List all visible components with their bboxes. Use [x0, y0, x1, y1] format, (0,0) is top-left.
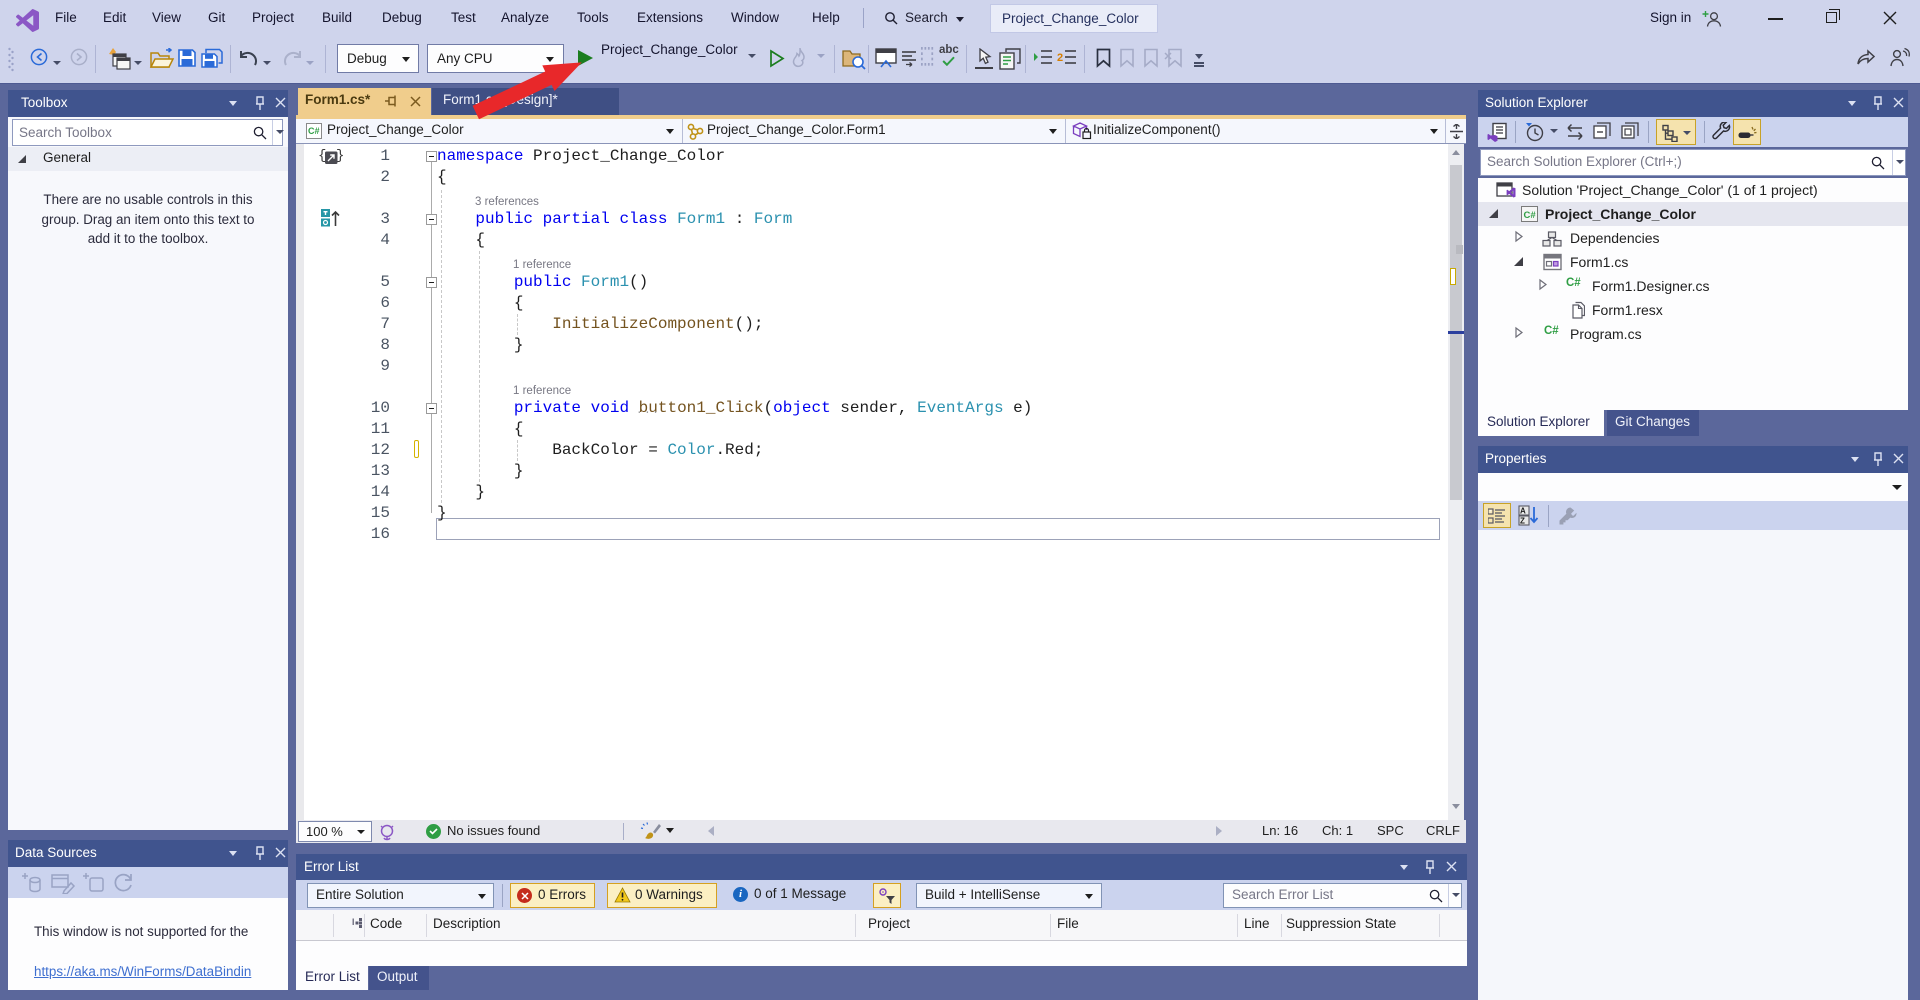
svg-text:A: A	[1520, 507, 1526, 516]
svg-text:2: 2	[1057, 52, 1063, 64]
svg-text:Z: Z	[1520, 517, 1525, 526]
